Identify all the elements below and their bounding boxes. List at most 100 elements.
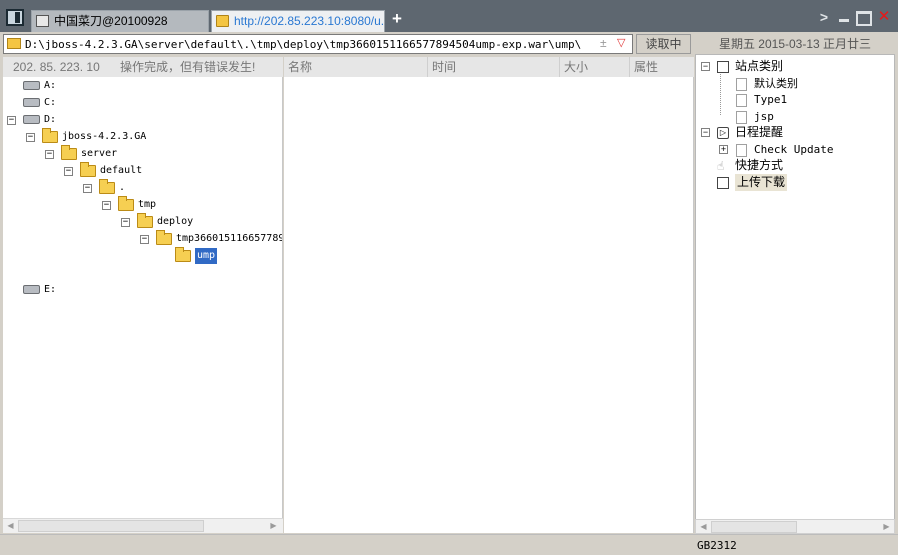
document-icon: [736, 111, 747, 124]
tree-node[interactable]: −.: [3, 179, 282, 196]
plus-minus-icon[interactable]: ±: [600, 36, 607, 50]
tree-node[interactable]: C:: [3, 95, 282, 111]
tree-node[interactable]: ump: [3, 247, 282, 264]
tab-caidao[interactable]: 中国菜刀@20100928: [31, 10, 209, 32]
scroll-right-icon[interactable]: ▶: [880, 521, 893, 533]
scroll-thumb[interactable]: [18, 520, 204, 532]
document-icon: [736, 94, 747, 107]
tree-node-label: C:: [44, 97, 57, 108]
collapse-toggle-icon[interactable]: −: [26, 133, 35, 142]
status-message: 操作完成，但有错误发生!: [120, 60, 256, 74]
column-attributes[interactable]: 属性: [630, 57, 694, 77]
minimize-icon[interactable]: [836, 8, 852, 26]
address-bar: ± ▽: [3, 34, 633, 54]
collapse-toggle-icon[interactable]: −: [7, 116, 16, 125]
folder-icon: [80, 162, 96, 177]
category-label: 站点类别: [735, 59, 784, 73]
tree-node[interactable]: − server: [3, 145, 282, 162]
connection-status-bar: 202. 85. 223. 10 操作完成，但有错误发生!: [3, 57, 283, 77]
tab-label: 中国菜刀@20100928: [54, 14, 168, 28]
tree-node-label: server: [81, 148, 118, 159]
close-icon[interactable]: ✕: [876, 8, 892, 26]
category-node[interactable]: 默认类别: [696, 75, 894, 92]
column-size[interactable]: 大小: [560, 57, 630, 77]
server-ip: 202. 85. 223. 10: [13, 60, 100, 74]
tree-node[interactable]: − jboss-4.2.3.GA: [3, 128, 282, 145]
document-icon: [736, 78, 747, 91]
chevron-down-icon[interactable]: ▽: [617, 36, 625, 49]
tree-node-label: .: [119, 182, 126, 193]
directory-tree[interactable]: A: C: − D: − jboss-4.2.3.GA − server − default −. −…: [3, 77, 283, 518]
checkbox-icon: [717, 177, 729, 189]
tab-file-manager[interactable]: http://202.85.223.10:8080/u...: [211, 10, 385, 32]
scroll-left-icon[interactable]: ◀: [697, 521, 710, 533]
category-label: Check Update: [754, 143, 834, 156]
file-list[interactable]: [284, 77, 694, 533]
category-label: jsp: [754, 110, 774, 123]
new-tab-button[interactable]: +: [392, 9, 402, 29]
tree-node-label: jboss-4.2.3.GA: [62, 131, 147, 142]
drive-icon: [23, 81, 40, 90]
tree-node[interactable]: − D:: [3, 112, 282, 128]
app-logo-icon[interactable]: [6, 9, 24, 26]
scroll-left-icon[interactable]: ◀: [4, 520, 17, 532]
category-node[interactable]: + Check Update: [696, 141, 894, 158]
hand-icon: ☝: [717, 159, 725, 173]
category-label: 快捷方式: [735, 158, 784, 172]
tree-node-label: default: [100, 165, 143, 176]
encoding-indicator[interactable]: GB2312: [697, 539, 737, 552]
site-category-tree[interactable]: − 站点类别默认类别 Type1 jsp − ▷ 日程提醒 + Check Update ☝ 快捷方…: [695, 54, 895, 520]
status-bar: GB2312: [0, 534, 898, 555]
category-label: 上传下载: [735, 174, 788, 191]
chevron-right-icon[interactable]: >: [816, 8, 832, 26]
window-icon: [36, 15, 49, 27]
tree-node[interactable]: − deploy: [3, 213, 282, 230]
collapse-toggle-icon[interactable]: −: [701, 62, 710, 71]
collapse-toggle-icon[interactable]: −: [121, 218, 130, 227]
path-input[interactable]: [25, 36, 595, 52]
folder-icon: [137, 213, 153, 228]
datetime-display: 星期五 2015-03-13 正月廿三: [718, 37, 872, 51]
folder-icon: [61, 145, 77, 160]
drive-icon: [23, 115, 40, 124]
category-node[interactable]: 上传下载: [696, 174, 894, 191]
scroll-right-icon[interactable]: ▶: [267, 520, 280, 532]
right-horizontal-scrollbar[interactable]: ◀ ▶: [695, 519, 895, 534]
collapse-toggle-icon[interactable]: −: [102, 201, 111, 210]
folder-icon: [99, 179, 115, 194]
collapse-toggle-icon[interactable]: −: [701, 128, 710, 137]
checkbox-icon: [717, 61, 729, 73]
read-button[interactable]: 读取中: [636, 34, 691, 54]
tree-node-label: tmp3660151166577894504ump-exp.war: [176, 233, 282, 244]
column-time[interactable]: 时间: [428, 57, 560, 77]
document-icon: [736, 144, 747, 157]
tab-label: http://202.85.223.10:8080/u...: [234, 14, 385, 28]
category-node[interactable]: − ▷ 日程提醒: [696, 124, 894, 141]
collapse-toggle-icon[interactable]: −: [83, 184, 92, 193]
collapse-toggle-icon[interactable]: −: [45, 150, 54, 159]
tree-node[interactable]: − default: [3, 162, 282, 179]
tree-node[interactable]: E:: [3, 282, 282, 298]
maximize-icon[interactable]: [856, 8, 872, 26]
category-node[interactable]: Type1: [696, 91, 894, 108]
tree-node-label: D:: [44, 114, 57, 125]
category-node[interactable]: − 站点类别: [696, 58, 894, 75]
folder-icon: [216, 15, 229, 27]
collapse-toggle-icon[interactable]: +: [719, 145, 728, 154]
category-node[interactable]: ☝ 快捷方式: [696, 157, 894, 174]
collapse-toggle-icon[interactable]: −: [140, 235, 149, 244]
tree-node[interactable]: − tmp3660151166577894504ump-exp.war: [3, 230, 282, 247]
column-name[interactable]: 名称: [284, 57, 428, 77]
folder-icon: [42, 128, 58, 143]
tree-node[interactable]: − tmp: [3, 196, 282, 213]
collapse-toggle-icon[interactable]: −: [64, 167, 73, 176]
category-label: 日程提醒: [735, 125, 784, 139]
folder-icon: [156, 230, 172, 245]
category-label: Type1: [754, 93, 788, 106]
tree-horizontal-scrollbar[interactable]: ◀ ▶: [3, 518, 283, 533]
category-node[interactable]: jsp: [696, 108, 894, 125]
scroll-thumb[interactable]: [711, 521, 797, 533]
folder-icon: [7, 38, 21, 49]
tree-node[interactable]: A:: [3, 78, 282, 94]
drive-icon: [23, 98, 40, 107]
